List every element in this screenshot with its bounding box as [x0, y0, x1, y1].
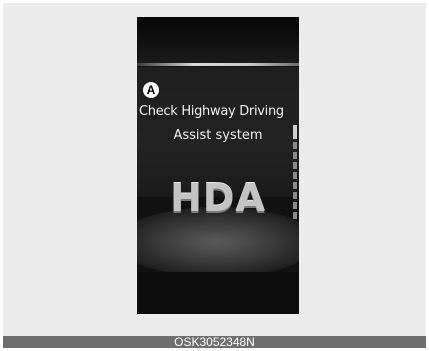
display-top-area: [137, 17, 299, 63]
hda-feature-label: HDA: [170, 176, 266, 220]
caption-bar: OSK3052348N: [3, 335, 426, 349]
figure-caption: OSK3052348N: [174, 335, 255, 349]
callout-marker-a: A: [143, 82, 159, 98]
warning-message-line2: Assist system: [173, 128, 263, 143]
cluster-display-screen: [137, 17, 299, 314]
display-bottom-band: [137, 272, 299, 314]
display-separator-line: [137, 63, 299, 66]
warning-message-line1: Check Highway Driving: [139, 104, 284, 119]
